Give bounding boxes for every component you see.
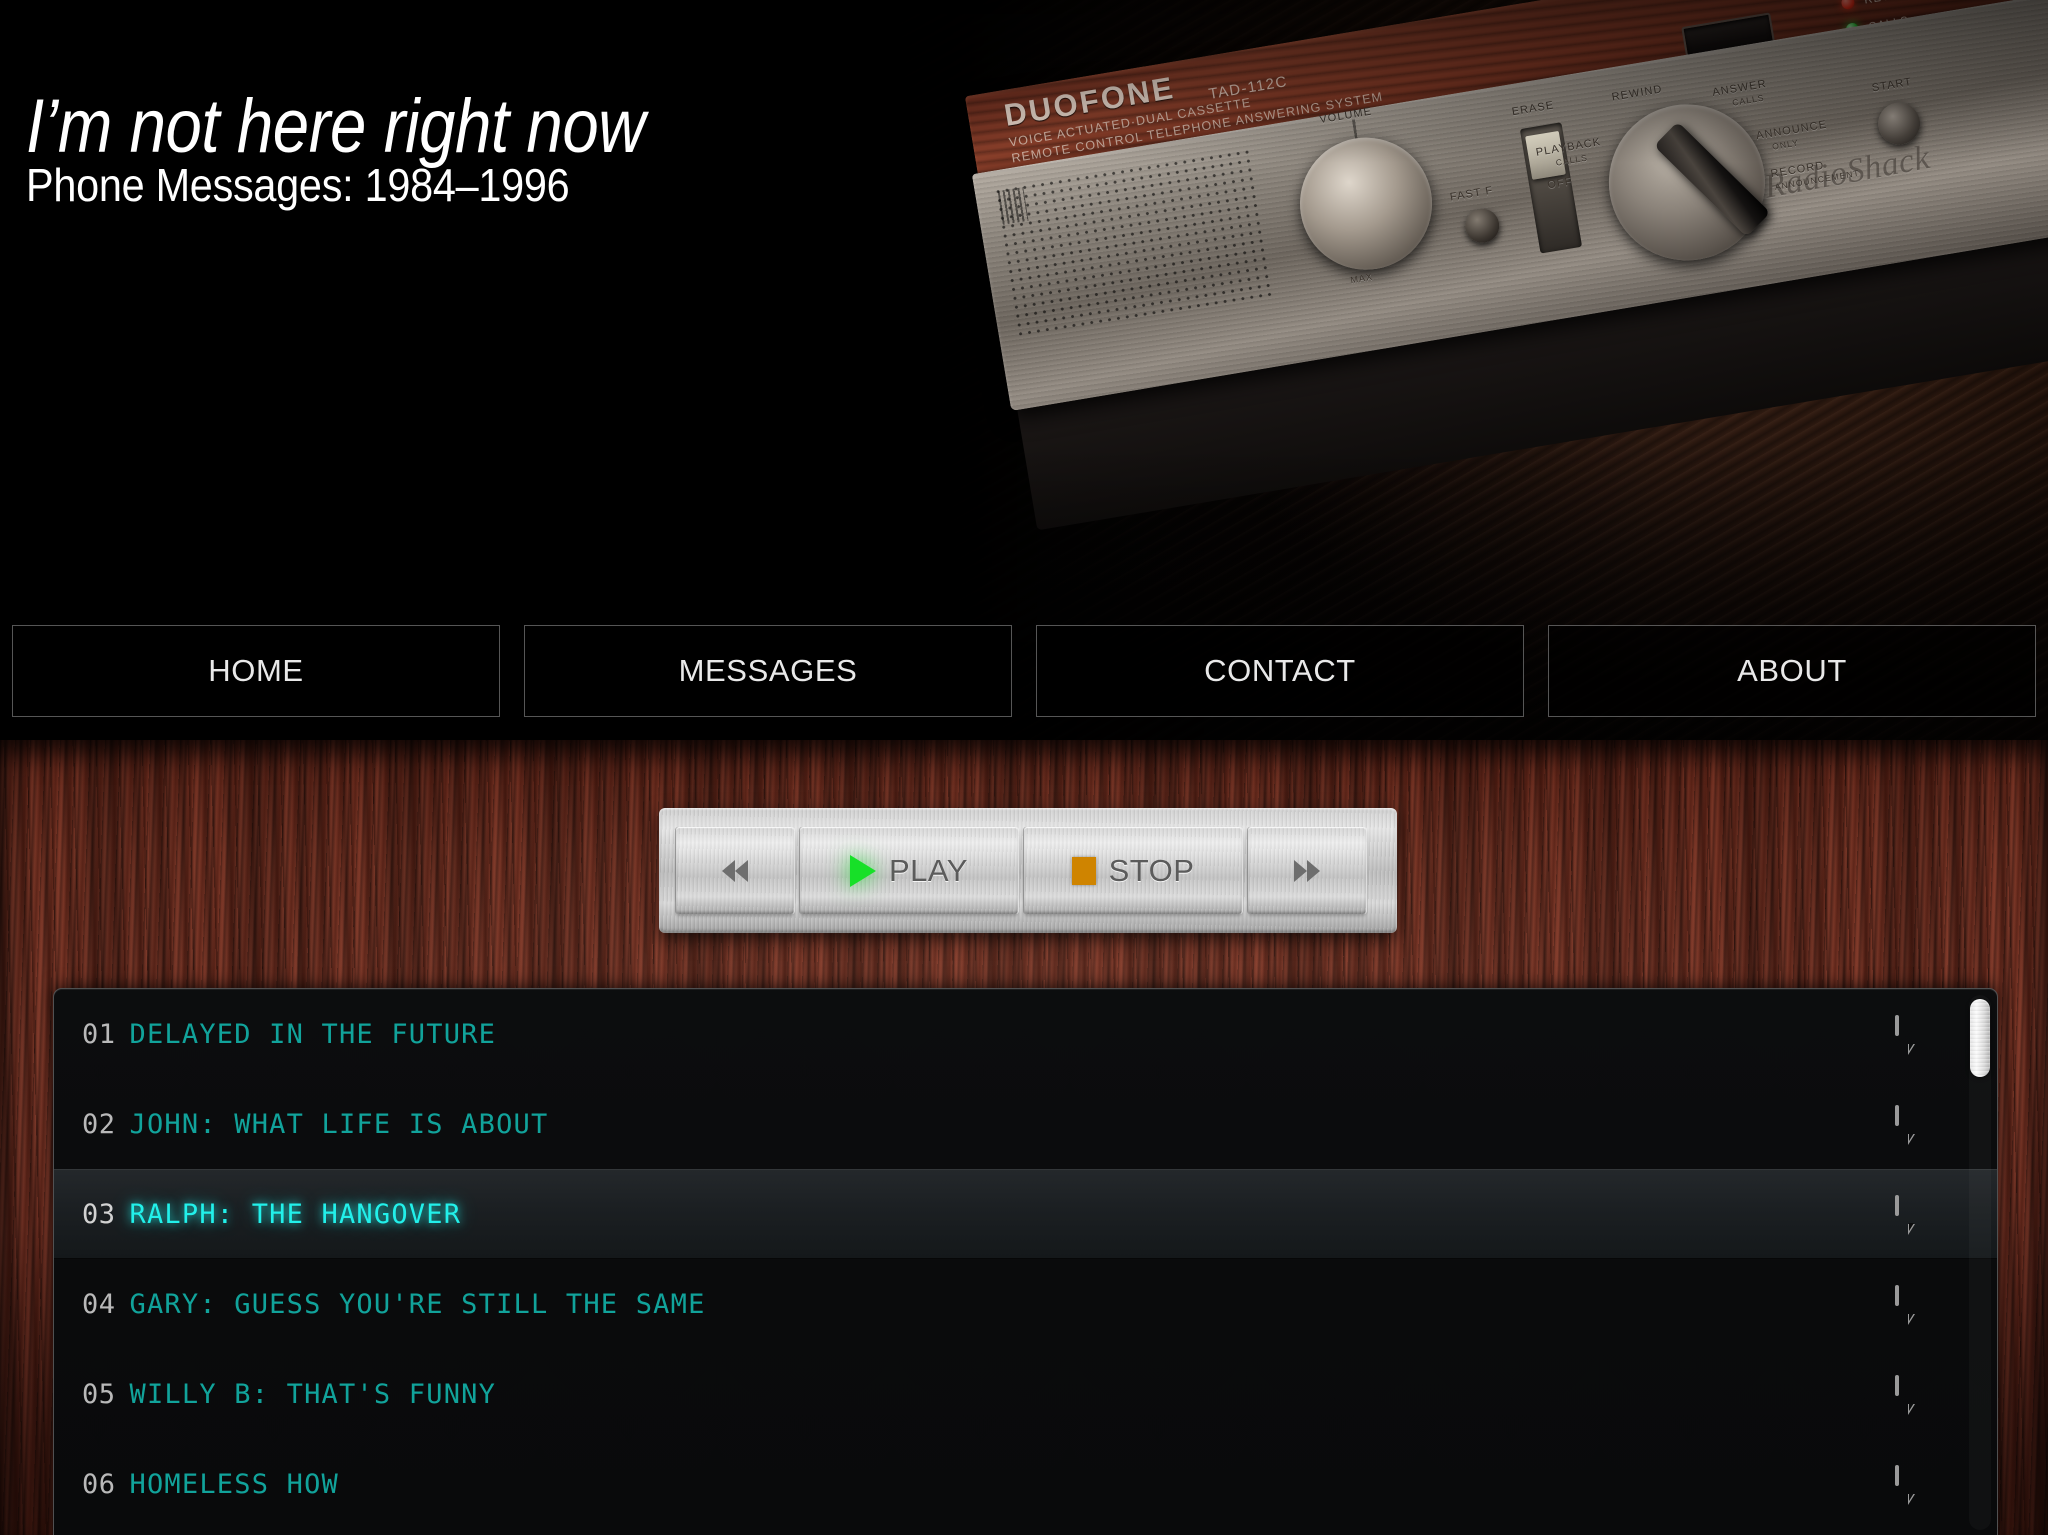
fast-forward-button[interactable] bbox=[1248, 827, 1366, 914]
message-row-05[interactable]: 05 WILLY B: THAT'S FUNNY bbox=[54, 1349, 1997, 1439]
stop-button-label: STOP bbox=[1108, 852, 1195, 888]
message-title: GARY: GUESS YOU'RE STILL THE SAME bbox=[129, 1288, 706, 1320]
fast-forward-icon bbox=[1294, 859, 1320, 882]
comment-bubble-icon[interactable] bbox=[1895, 1105, 1937, 1145]
transport-controls: PLAY STOP bbox=[659, 808, 1397, 933]
message-number: 04 bbox=[82, 1288, 116, 1320]
message-row-02[interactable]: 02 JOHN: WHAT LIFE IS ABOUT bbox=[54, 1079, 1997, 1169]
message-number: 01 bbox=[82, 1018, 116, 1050]
page-subtitle: Phone Messages: 1984–1996 bbox=[26, 159, 570, 211]
page-root: DUOFONE TAD-112C VOICE ACTUATED·DUAL CAS… bbox=[0, 0, 2048, 1535]
message-title: RALPH: THE HANGOVER bbox=[129, 1198, 462, 1230]
message-number: 06 bbox=[82, 1468, 116, 1500]
start-label: START bbox=[1870, 75, 1913, 95]
comment-bubble-icon[interactable] bbox=[1895, 1375, 1937, 1415]
record-led-icon bbox=[1840, 0, 1856, 11]
message-number: 02 bbox=[82, 1108, 116, 1140]
page-title: I’m not here right now bbox=[26, 83, 646, 169]
comment-bubble-icon[interactable] bbox=[1895, 1195, 1937, 1235]
nav-item-messages[interactable]: MESSAGES bbox=[524, 625, 1012, 717]
nav-item-about[interactable]: ABOUT bbox=[1548, 625, 2036, 717]
hero-section: DUOFONE TAD-112C VOICE ACTUATED·DUAL CAS… bbox=[0, 0, 2048, 740]
nav-item-contact[interactable]: CONTACT bbox=[1036, 625, 1524, 717]
comment-bubble-icon[interactable] bbox=[1895, 1015, 1937, 1055]
play-button-label: PLAY bbox=[889, 852, 968, 888]
stop-button[interactable]: STOP bbox=[1024, 827, 1242, 914]
nav-item-home[interactable]: HOME bbox=[12, 625, 500, 717]
erase-label: ERASE bbox=[1510, 99, 1556, 119]
rewind-label: REWIND bbox=[1610, 83, 1664, 104]
grille-bars bbox=[997, 187, 1029, 225]
message-row-01[interactable]: 01 DELAYED IN THE FUTURE bbox=[54, 989, 1997, 1079]
message-list-scrollbar-thumb[interactable] bbox=[1970, 999, 1990, 1077]
main-navigation: HOME MESSAGES CONTACT ABOUT bbox=[0, 625, 2048, 717]
fast-forward-label: FAST F bbox=[1449, 184, 1495, 204]
announce-only-label: ONLY bbox=[1771, 137, 1800, 152]
speaker-grille-icon bbox=[992, 147, 1274, 337]
message-list: 01 DELAYED IN THE FUTURE 02 JOHN: WHAT L… bbox=[53, 988, 1998, 1535]
rewind-button[interactable] bbox=[676, 827, 794, 914]
rewind-icon bbox=[722, 859, 748, 882]
message-title: WILLY B: THAT'S FUNNY bbox=[129, 1378, 497, 1410]
message-title: JOHN: WHAT LIFE IS ABOUT bbox=[129, 1108, 549, 1140]
message-row-04[interactable]: 04 GARY: GUESS YOU'RE STILL THE SAME bbox=[54, 1259, 1997, 1349]
fast-forward-knob bbox=[1462, 206, 1502, 246]
comment-bubble-icon[interactable] bbox=[1895, 1465, 1937, 1505]
message-row-06[interactable]: 06 HOMELESS HOW bbox=[54, 1439, 1997, 1529]
stop-icon bbox=[1071, 856, 1096, 885]
message-title: HOMELESS HOW bbox=[129, 1468, 339, 1500]
play-button[interactable]: PLAY bbox=[800, 827, 1018, 914]
message-number: 03 bbox=[82, 1198, 116, 1230]
comment-bubble-icon[interactable] bbox=[1895, 1285, 1937, 1325]
message-row-03[interactable]: 03 RALPH: THE HANGOVER bbox=[54, 1169, 1997, 1259]
message-title: DELAYED IN THE FUTURE bbox=[129, 1018, 497, 1050]
mode-selector-knob bbox=[1597, 92, 1777, 273]
message-number: 05 bbox=[82, 1378, 116, 1410]
play-icon bbox=[850, 854, 876, 887]
